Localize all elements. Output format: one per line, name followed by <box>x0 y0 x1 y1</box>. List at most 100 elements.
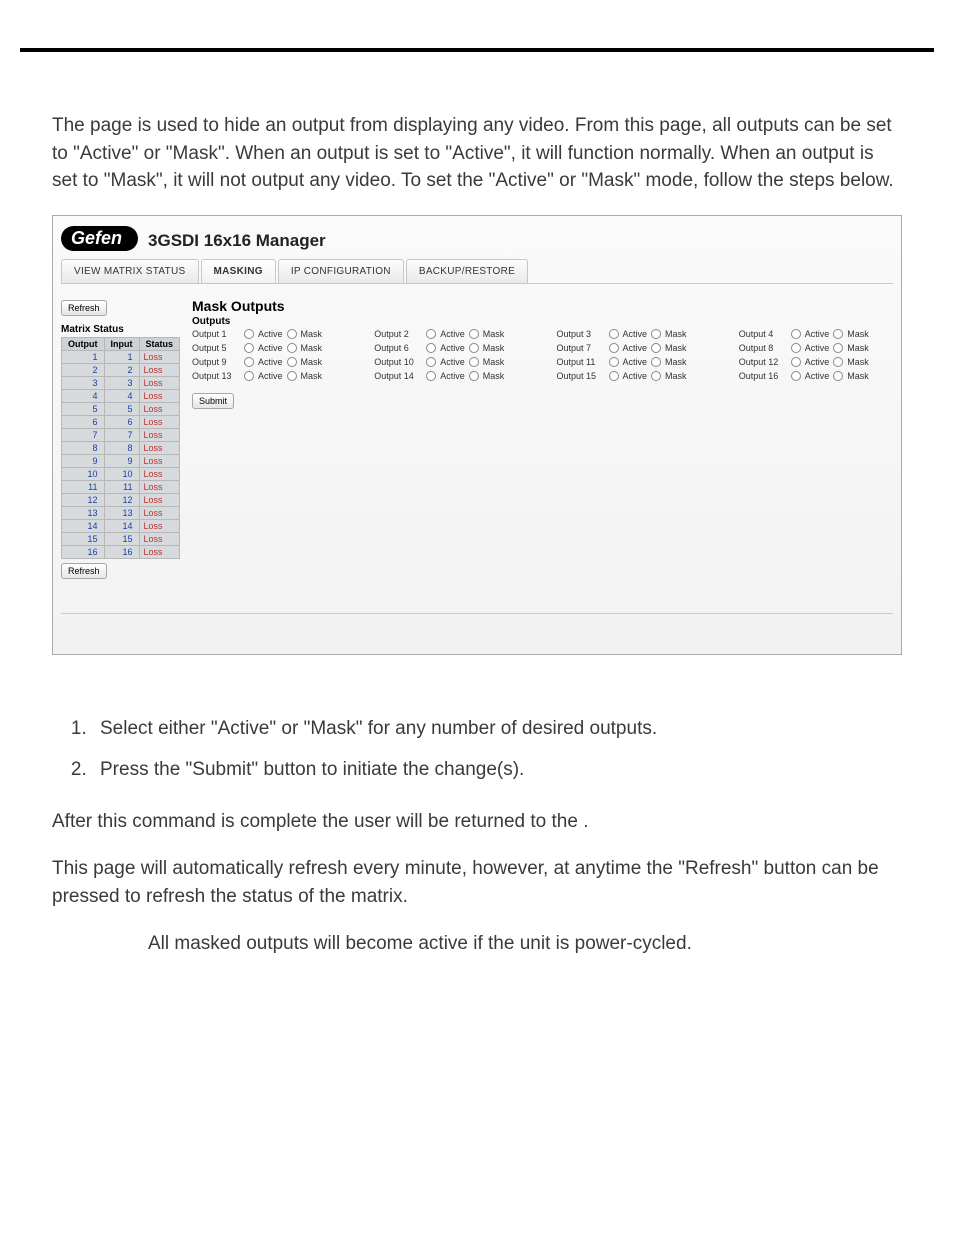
mask-label: Mask <box>301 357 323 367</box>
cell-output: 11 <box>62 480 105 493</box>
output-label: Output 4 <box>739 329 787 339</box>
radio-active[interactable] <box>609 357 619 367</box>
radio-active[interactable] <box>426 329 436 339</box>
cell-output: 9 <box>62 454 105 467</box>
mask-label: Mask <box>483 357 505 367</box>
mask-outputs-title: Mask Outputs <box>192 298 893 314</box>
cell-input: 11 <box>104 480 139 493</box>
mask-label: Mask <box>665 343 687 353</box>
radio-active[interactable] <box>791 371 801 381</box>
matrix-status-table: Output Input Status 11Loss22Loss33Loss44… <box>61 337 180 559</box>
table-row: 44Loss <box>62 389 180 402</box>
radio-active[interactable] <box>244 357 254 367</box>
tab-ip-configuration[interactable]: IP CONFIGURATION <box>278 259 404 283</box>
radio-active[interactable] <box>791 357 801 367</box>
mask-label: Mask <box>847 329 869 339</box>
cell-status: Loss <box>139 519 180 532</box>
cell-input: 9 <box>104 454 139 467</box>
radio-mask[interactable] <box>469 357 479 367</box>
cell-output: 15 <box>62 532 105 545</box>
output-cell: Output 1ActiveMask <box>192 329 346 339</box>
radio-mask[interactable] <box>833 357 843 367</box>
radio-mask[interactable] <box>833 343 843 353</box>
cell-input: 2 <box>104 363 139 376</box>
table-row: 77Loss <box>62 428 180 441</box>
radio-mask[interactable] <box>469 343 479 353</box>
radio-mask[interactable] <box>651 343 661 353</box>
submit-button[interactable]: Submit <box>192 393 234 409</box>
active-label: Active <box>623 343 648 353</box>
cell-input: 15 <box>104 532 139 545</box>
cell-status: Loss <box>139 532 180 545</box>
active-label: Active <box>440 329 465 339</box>
cell-input: 6 <box>104 415 139 428</box>
radio-mask[interactable] <box>287 371 297 381</box>
radio-mask[interactable] <box>469 371 479 381</box>
radio-active[interactable] <box>609 343 619 353</box>
mask-label: Mask <box>301 371 323 381</box>
radio-active[interactable] <box>609 329 619 339</box>
active-label: Active <box>440 357 465 367</box>
radio-active[interactable] <box>609 371 619 381</box>
cell-status: Loss <box>139 363 180 376</box>
steps-list: Select either "Active" or "Mask" for any… <box>52 715 902 784</box>
radio-active[interactable] <box>791 343 801 353</box>
radio-mask[interactable] <box>833 329 843 339</box>
cell-status: Loss <box>139 415 180 428</box>
cell-input: 10 <box>104 467 139 480</box>
output-label: Output 1 <box>192 329 240 339</box>
output-label: Output 10 <box>374 357 422 367</box>
radio-active[interactable] <box>791 329 801 339</box>
output-cell: Output 9ActiveMask <box>192 357 346 367</box>
radio-active[interactable] <box>426 343 436 353</box>
radio-mask[interactable] <box>287 329 297 339</box>
radio-mask[interactable] <box>651 371 661 381</box>
refresh-button-top[interactable]: Refresh <box>61 300 107 316</box>
tab-backup-restore[interactable]: BACKUP/RESTORE <box>406 259 528 283</box>
output-cell: Output 8ActiveMask <box>739 343 893 353</box>
active-label: Active <box>623 371 648 381</box>
radio-mask[interactable] <box>833 371 843 381</box>
output-label: Output 7 <box>557 343 605 353</box>
cell-input: 13 <box>104 506 139 519</box>
output-label: Output 3 <box>557 329 605 339</box>
cell-output: 10 <box>62 467 105 480</box>
radio-active[interactable] <box>244 329 254 339</box>
output-label: Output 14 <box>374 371 422 381</box>
radio-active[interactable] <box>244 343 254 353</box>
mask-label: Mask <box>665 371 687 381</box>
table-row: 1414Loss <box>62 519 180 532</box>
auto-refresh-paragraph: This page will automatically refresh eve… <box>52 855 902 910</box>
col-output: Output <box>62 337 105 350</box>
output-label: Output 5 <box>192 343 240 353</box>
radio-mask[interactable] <box>287 343 297 353</box>
output-cell: Output 14ActiveMask <box>374 371 528 381</box>
cell-output: 13 <box>62 506 105 519</box>
tab-masking[interactable]: MASKING <box>201 259 276 283</box>
tab-view-matrix-status[interactable]: VIEW MATRIX STATUS <box>61 259 199 283</box>
radio-active[interactable] <box>426 371 436 381</box>
radio-active[interactable] <box>244 371 254 381</box>
radio-mask[interactable] <box>651 357 661 367</box>
cell-output: 3 <box>62 376 105 389</box>
col-input: Input <box>104 337 139 350</box>
cell-status: Loss <box>139 480 180 493</box>
active-label: Active <box>805 343 830 353</box>
table-row: 33Loss <box>62 376 180 389</box>
output-cell: Output 2ActiveMask <box>374 329 528 339</box>
output-label: Output 13 <box>192 371 240 381</box>
radio-mask[interactable] <box>651 329 661 339</box>
refresh-button-bottom[interactable]: Refresh <box>61 563 107 579</box>
after-paragraph: After this command is complete the user … <box>52 808 902 836</box>
table-row: 1212Loss <box>62 493 180 506</box>
cell-status: Loss <box>139 467 180 480</box>
radio-mask[interactable] <box>469 329 479 339</box>
cell-status: Loss <box>139 506 180 519</box>
radio-mask[interactable] <box>287 357 297 367</box>
cell-input: 12 <box>104 493 139 506</box>
cell-output: 4 <box>62 389 105 402</box>
table-row: 1313Loss <box>62 506 180 519</box>
table-row: 1010Loss <box>62 467 180 480</box>
radio-active[interactable] <box>426 357 436 367</box>
output-label: Output 8 <box>739 343 787 353</box>
